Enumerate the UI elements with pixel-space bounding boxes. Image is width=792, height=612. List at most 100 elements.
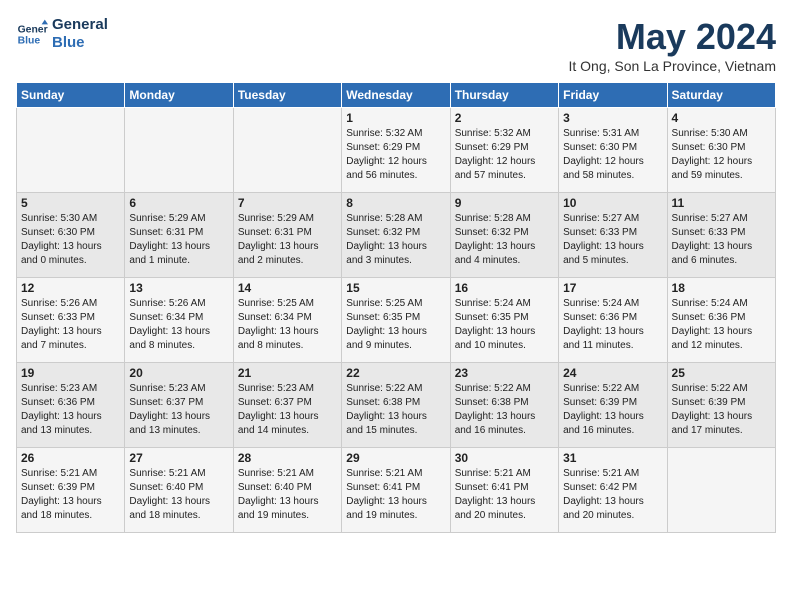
calendar-cell: 5 Sunrise: 5:30 AM Sunset: 6:30 PM Daylig… — [17, 193, 125, 278]
day-info: Sunrise: 5:30 AM Sunset: 6:30 PM Dayligh… — [672, 127, 771, 183]
svg-text:Blue: Blue — [18, 36, 41, 47]
calendar-cell: 7 Sunrise: 5:29 AM Sunset: 6:31 PM Daylig… — [233, 193, 341, 278]
day-info: Sunrise: 5:22 AM Sunset: 6:39 PM Dayligh… — [563, 382, 662, 438]
day-info: Sunrise: 5:32 AM Sunset: 6:29 PM Dayligh… — [455, 127, 554, 183]
day-info: Sunrise: 5:23 AM Sunset: 6:37 PM Dayligh… — [129, 382, 228, 438]
calendar-cell: 16Sunrise: 5:24 AM Sunset: 6:35 PM Dayli… — [450, 278, 558, 363]
calendar-cell: 12Sunrise: 5:26 AM Sunset: 6:33 PM Dayli… — [17, 278, 125, 363]
day-number: 30 — [455, 451, 554, 465]
day-number: 21 — [238, 366, 337, 380]
calendar-cell: 13 Sunrise: 5:26 AM Sunset: 6:34 PM Dayli… — [125, 278, 233, 363]
calendar-cell: 29 Sunrise: 5:21 AM Sunset: 6:41 PM Dayli… — [342, 448, 450, 533]
day-number: 31 — [563, 451, 662, 465]
day-info: Sunrise: 5:21 AM Sunset: 6:40 PM Dayligh… — [238, 467, 337, 523]
day-info: Sunrise: 5:23 AM Sunset: 6:37 PM Dayligh… — [238, 382, 337, 438]
day-number: 12 — [21, 281, 120, 295]
week-row-1: 1 Sunrise: 5:32 AM Sunset: 6:29 PM Daylig… — [17, 108, 776, 193]
day-number: 18 — [672, 281, 771, 295]
day-number: 19 — [21, 366, 120, 380]
header-tuesday: Tuesday — [233, 83, 341, 108]
day-info: Sunrise: 5:29 AM Sunset: 6:31 PM Dayligh… — [129, 212, 228, 268]
header-thursday: Thursday — [450, 83, 558, 108]
day-number: 24 — [563, 366, 662, 380]
calendar-cell: 20 Sunrise: 5:23 AM Sunset: 6:37 PM Dayli… — [125, 363, 233, 448]
day-info: Sunrise: 5:28 AM Sunset: 6:32 PM Dayligh… — [346, 212, 445, 268]
day-number: 9 — [455, 196, 554, 210]
svg-text:General: General — [18, 24, 48, 35]
day-info: Sunrise: 5:22 AM Sunset: 6:38 PM Dayligh… — [346, 382, 445, 438]
calendar-cell: 27 Sunrise: 5:21 AM Sunset: 6:40 PM Dayli… — [125, 448, 233, 533]
day-info: Sunrise: 5:24 AM Sunset: 6:36 PM Dayligh… — [563, 297, 662, 353]
calendar-cell: 15Sunrise: 5:25 AM Sunset: 6:35 PM Dayli… — [342, 278, 450, 363]
calendar-cell: 26 Sunrise: 5:21 AM Sunset: 6:39 PM Dayli… — [17, 448, 125, 533]
header-friday: Friday — [559, 83, 667, 108]
calendar-cell: 25 Sunrise: 5:22 AM Sunset: 6:39 PM Dayli… — [667, 363, 775, 448]
day-number: 20 — [129, 366, 228, 380]
title-block: May 2024 It Ong, Son La Province, Vietna… — [568, 16, 776, 74]
day-number: 29 — [346, 451, 445, 465]
calendar-cell: 18 Sunrise: 5:24 AM Sunset: 6:36 PM Dayli… — [667, 278, 775, 363]
header-sunday: Sunday — [17, 83, 125, 108]
day-number: 17 — [563, 281, 662, 295]
day-number: 1 — [346, 111, 445, 125]
day-info: Sunrise: 5:29 AM Sunset: 6:31 PM Dayligh… — [238, 212, 337, 268]
calendar-cell: 30 Sunrise: 5:21 AM Sunset: 6:41 PM Dayli… — [450, 448, 558, 533]
day-info: Sunrise: 5:21 AM Sunset: 6:41 PM Dayligh… — [346, 467, 445, 523]
day-number: 26 — [21, 451, 120, 465]
calendar-cell: 23Sunrise: 5:22 AM Sunset: 6:38 PM Dayli… — [450, 363, 558, 448]
page-header: General Blue General Blue May 2024 It On… — [16, 16, 776, 74]
day-number: 14 — [238, 281, 337, 295]
calendar-cell: 9Sunrise: 5:28 AM Sunset: 6:32 PM Daylig… — [450, 193, 558, 278]
logo: General Blue General Blue — [16, 16, 108, 52]
calendar-cell: 3Sunrise: 5:31 AM Sunset: 6:30 PM Daylig… — [559, 108, 667, 193]
day-number: 22 — [346, 366, 445, 380]
calendar-cell: 24 Sunrise: 5:22 AM Sunset: 6:39 PM Dayli… — [559, 363, 667, 448]
day-number: 25 — [672, 366, 771, 380]
day-info: Sunrise: 5:21 AM Sunset: 6:39 PM Dayligh… — [21, 467, 120, 523]
header-saturday: Saturday — [667, 83, 775, 108]
calendar-cell: 2Sunrise: 5:32 AM Sunset: 6:29 PM Daylig… — [450, 108, 558, 193]
month-title: May 2024 — [568, 16, 776, 58]
day-number: 4 — [672, 111, 771, 125]
calendar-cell: 22 Sunrise: 5:22 AM Sunset: 6:38 PM Dayli… — [342, 363, 450, 448]
day-info: Sunrise: 5:25 AM Sunset: 6:35 PM Dayligh… — [346, 297, 445, 353]
header-monday: Monday — [125, 83, 233, 108]
day-info: Sunrise: 5:24 AM Sunset: 6:36 PM Dayligh… — [672, 297, 771, 353]
calendar-cell: 8 Sunrise: 5:28 AM Sunset: 6:32 PM Daylig… — [342, 193, 450, 278]
day-info: Sunrise: 5:25 AM Sunset: 6:34 PM Dayligh… — [238, 297, 337, 353]
logo-blue: Blue — [52, 34, 108, 52]
calendar-table: SundayMondayTuesdayWednesdayThursdayFrid… — [16, 82, 776, 533]
day-number: 6 — [129, 196, 228, 210]
calendar-cell: 6 Sunrise: 5:29 AM Sunset: 6:31 PM Daylig… — [125, 193, 233, 278]
day-number: 16 — [455, 281, 554, 295]
logo-general: General — [52, 16, 108, 34]
day-number: 13 — [129, 281, 228, 295]
header-row: SundayMondayTuesdayWednesdayThursdayFrid… — [17, 83, 776, 108]
calendar-cell — [17, 108, 125, 193]
week-row-3: 12Sunrise: 5:26 AM Sunset: 6:33 PM Dayli… — [17, 278, 776, 363]
week-row-4: 19Sunrise: 5:23 AM Sunset: 6:36 PM Dayli… — [17, 363, 776, 448]
week-row-5: 26 Sunrise: 5:21 AM Sunset: 6:39 PM Dayli… — [17, 448, 776, 533]
calendar-cell: 17 Sunrise: 5:24 AM Sunset: 6:36 PM Dayli… — [559, 278, 667, 363]
day-number: 8 — [346, 196, 445, 210]
day-number: 3 — [563, 111, 662, 125]
day-number: 7 — [238, 196, 337, 210]
day-info: Sunrise: 5:27 AM Sunset: 6:33 PM Dayligh… — [563, 212, 662, 268]
day-info: Sunrise: 5:22 AM Sunset: 6:39 PM Dayligh… — [672, 382, 771, 438]
day-number: 27 — [129, 451, 228, 465]
day-number: 5 — [21, 196, 120, 210]
calendar-cell — [667, 448, 775, 533]
day-number: 23 — [455, 366, 554, 380]
location-subtitle: It Ong, Son La Province, Vietnam — [568, 58, 776, 74]
day-info: Sunrise: 5:26 AM Sunset: 6:34 PM Dayligh… — [129, 297, 228, 353]
day-info: Sunrise: 5:21 AM Sunset: 6:40 PM Dayligh… — [129, 467, 228, 523]
day-number: 11 — [672, 196, 771, 210]
calendar-cell — [233, 108, 341, 193]
day-info: Sunrise: 5:21 AM Sunset: 6:42 PM Dayligh… — [563, 467, 662, 523]
header-wednesday: Wednesday — [342, 83, 450, 108]
day-info: Sunrise: 5:30 AM Sunset: 6:30 PM Dayligh… — [21, 212, 120, 268]
day-info: Sunrise: 5:21 AM Sunset: 6:41 PM Dayligh… — [455, 467, 554, 523]
calendar-cell: 31 Sunrise: 5:21 AM Sunset: 6:42 PM Dayli… — [559, 448, 667, 533]
calendar-cell: 11Sunrise: 5:27 AM Sunset: 6:33 PM Dayli… — [667, 193, 775, 278]
calendar-cell: 14 Sunrise: 5:25 AM Sunset: 6:34 PM Dayli… — [233, 278, 341, 363]
